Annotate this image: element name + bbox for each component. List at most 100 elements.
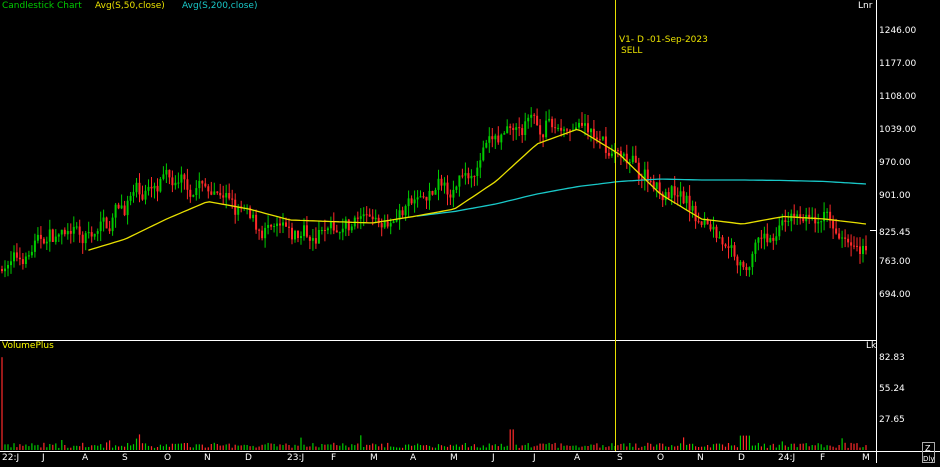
candle-body — [847, 238, 850, 243]
volume-bar — [530, 447, 532, 450]
candle — [625, 144, 628, 169]
volume-bar — [321, 444, 323, 450]
volume-bar — [730, 445, 733, 450]
volume-bar — [748, 435, 750, 450]
candle — [446, 175, 449, 206]
candle-body — [772, 237, 775, 241]
candle-body — [168, 169, 171, 178]
candle-body — [844, 237, 847, 239]
volume-bar — [267, 442, 269, 450]
candle — [1, 265, 3, 274]
candle — [72, 216, 75, 243]
candle — [210, 181, 213, 196]
candle — [15, 243, 18, 262]
volume-bar — [464, 443, 466, 450]
time-tick-label: N — [697, 453, 704, 463]
candle-body — [548, 118, 551, 121]
ma200-legend: Avg(S,200,close) — [182, 1, 258, 11]
candle-body — [637, 162, 640, 179]
candle-body — [431, 191, 434, 195]
volume-bar — [482, 445, 484, 450]
candle-body — [476, 167, 479, 176]
volume-bar — [766, 447, 768, 450]
candle-body — [261, 230, 264, 239]
volume-bar — [124, 446, 126, 450]
volume-bar — [109, 440, 111, 450]
volume-bar — [704, 446, 706, 450]
candle-body — [147, 186, 150, 191]
volume-bar — [826, 445, 828, 450]
candle-body — [114, 204, 117, 218]
candle — [252, 210, 255, 222]
price-tick-label: 694.00 — [879, 290, 911, 300]
candle — [808, 207, 811, 224]
candle-body — [165, 169, 168, 175]
volume-bar — [689, 443, 691, 450]
volume-bar — [536, 445, 538, 450]
candle-body — [389, 223, 392, 227]
candle — [228, 183, 231, 201]
candle — [189, 184, 192, 203]
candle-body — [745, 267, 748, 270]
volume-bar — [198, 444, 200, 450]
candle-body — [57, 234, 60, 237]
candle — [847, 234, 850, 248]
candle — [548, 109, 551, 123]
candle-body — [368, 214, 371, 217]
candle-body — [781, 220, 784, 226]
time-tick-label: A — [82, 453, 89, 463]
candle — [509, 123, 512, 135]
volume-bar — [402, 447, 404, 450]
candle — [114, 203, 117, 228]
candle — [347, 218, 350, 236]
candle — [721, 235, 724, 251]
volume-bar — [757, 442, 759, 450]
candle-body — [198, 180, 201, 189]
volume-bar — [342, 443, 344, 450]
volume-bar — [805, 443, 807, 450]
volume-bar — [100, 444, 102, 450]
volume-bar — [318, 447, 320, 450]
candle — [835, 218, 838, 235]
candle-body — [530, 114, 533, 118]
candle-body — [604, 136, 607, 153]
candle-body — [560, 127, 563, 131]
candlestick-chart[interactable]: V1- D -01-Sep-2023 SELL Candlestick Char… — [0, 0, 940, 463]
candle-body — [108, 228, 111, 232]
interval-corner[interactable]: Z Dly — [922, 442, 935, 464]
volume-bar — [623, 443, 625, 450]
candle — [820, 220, 823, 233]
volume-bar — [751, 445, 753, 450]
candle-body — [231, 198, 234, 200]
candle-body — [700, 221, 703, 225]
time-tick-label: N — [204, 453, 211, 463]
candle — [132, 184, 135, 203]
candle-body — [485, 142, 488, 148]
volume-bar — [55, 443, 57, 450]
volume-bar — [506, 445, 508, 450]
candle — [255, 209, 258, 234]
candle-body — [670, 186, 673, 199]
candle-body — [407, 198, 410, 207]
volume-bar — [168, 446, 170, 450]
candle — [751, 251, 754, 275]
volume-bar — [632, 446, 634, 450]
candle — [473, 175, 476, 187]
candle-body — [123, 205, 126, 216]
volume-bar — [4, 444, 6, 450]
candle-body — [730, 245, 733, 248]
candle-body — [192, 195, 195, 197]
candle-body — [10, 261, 12, 266]
candle — [147, 179, 150, 196]
candle-body — [323, 230, 326, 231]
candle-body — [63, 229, 66, 235]
candle-body — [13, 252, 15, 262]
candle — [18, 247, 21, 266]
candle-body — [276, 223, 278, 226]
volume-bar — [339, 445, 341, 450]
volume-bar — [261, 444, 263, 450]
volume-bar — [727, 443, 730, 450]
candle — [386, 214, 389, 229]
volume-bar — [88, 447, 90, 450]
candle-body — [521, 128, 524, 135]
